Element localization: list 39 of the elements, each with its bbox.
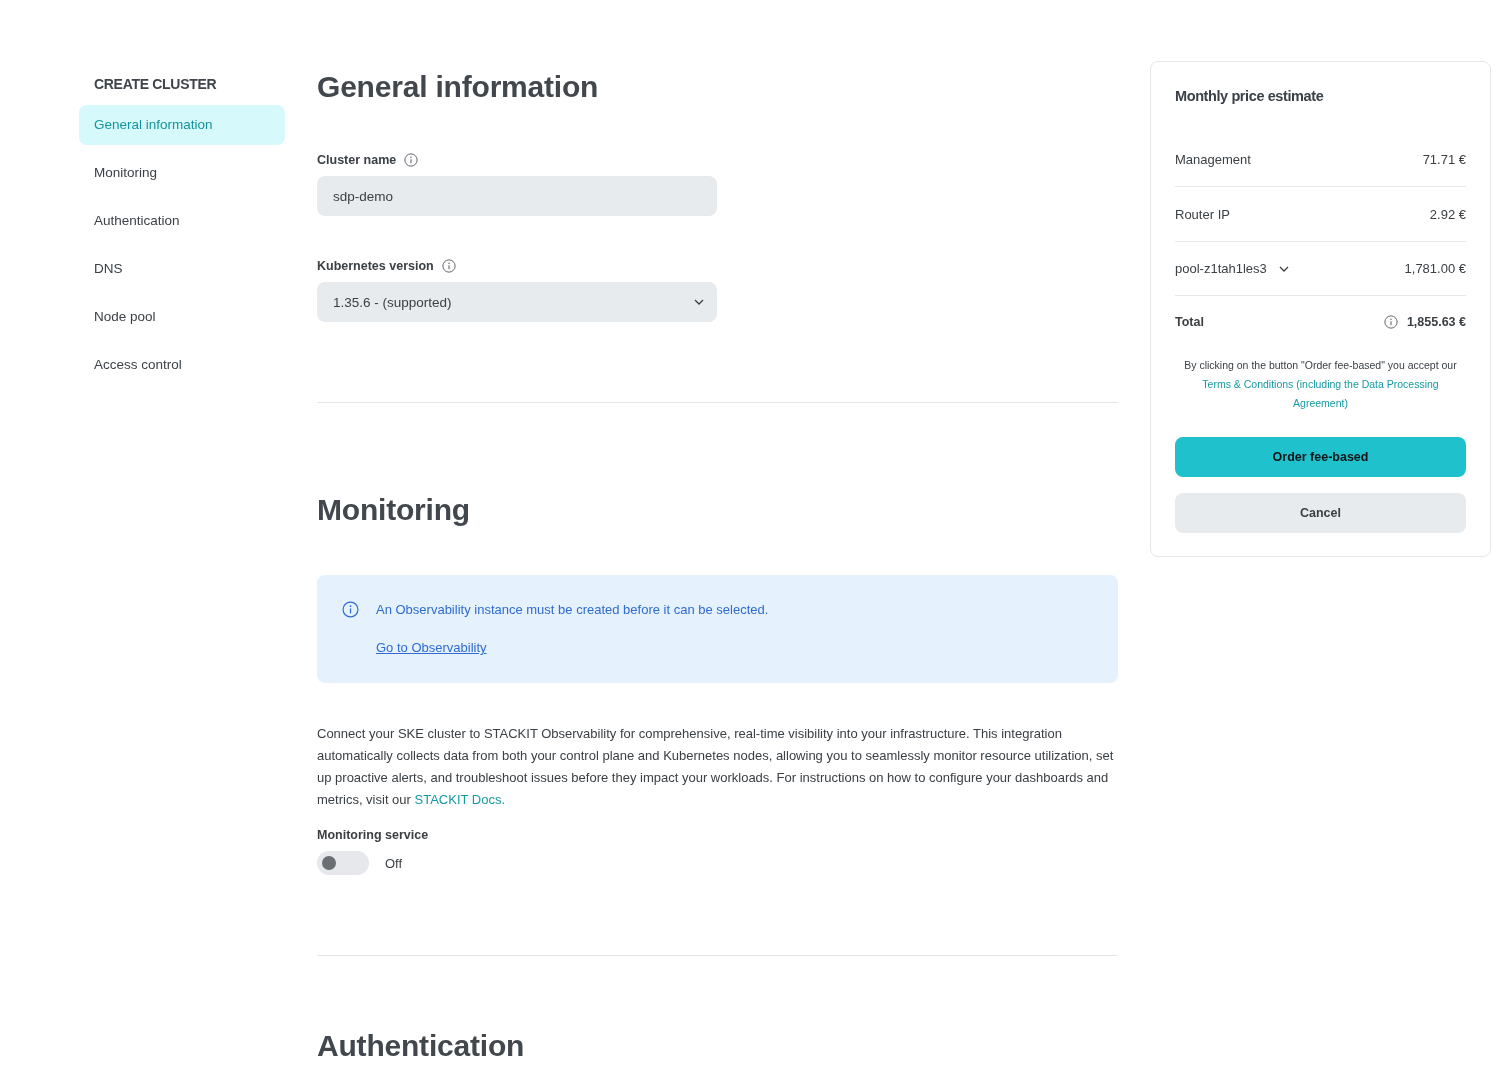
price-value: 71.71 € [1422, 151, 1466, 167]
sidebar-title: CREATE CLUSTER [93, 75, 218, 94]
toggle-label: Monitoring service [317, 827, 429, 844]
section-heading: Monitoring [317, 492, 471, 528]
price-label: Management [1175, 151, 1251, 167]
price-value: 2.92 € [1429, 206, 1466, 222]
notice-message: An Observability instance must be created before it can be selected. [376, 601, 769, 619]
sidebar-item[interactable]: Access control [79, 345, 285, 385]
version-select[interactable]: 1.35.6 - (supported) [317, 282, 717, 322]
card-title: Monthly price estimate [1175, 87, 1324, 106]
total-value: 1,855.63 € [1406, 315, 1466, 329]
docs-link[interactable]: STACKIT Docs. [414, 792, 506, 807]
toggle-state-text: Off [385, 855, 403, 871]
total-label: Total [1175, 315, 1204, 329]
section-heading: Authentication [317, 1028, 526, 1064]
section-heading: General information [317, 69, 600, 105]
terms-text: By clicking on the button "Order fee-based" you accept our [1184, 358, 1457, 373]
toggle-switch[interactable] [317, 851, 369, 875]
sidebar-item[interactable]: DNS [79, 249, 285, 289]
chevron-down-icon[interactable] [1278, 265, 1289, 272]
sidebar-item[interactable]: Authentication [79, 201, 285, 241]
terms-link[interactable]: Terms & Conditions (including the Data Processing Agreement) [1175, 375, 1466, 413]
info-icon [342, 601, 359, 618]
observability-link[interactable]: Go to Observability [376, 638, 487, 658]
info-icon [1383, 315, 1398, 329]
order-button[interactable]: Order fee-based [1175, 437, 1466, 477]
price-label: Router IP [1175, 206, 1230, 222]
cancel-button[interactable]: Cancel [1175, 493, 1466, 533]
info-icon [441, 259, 456, 273]
info-icon [404, 153, 419, 167]
description-text: Connect your SKE cluster to STACKIT Observability for comprehensive, real-time visibility into your infrastructure. This integration automatically collects data from both your control plane and Kubernetes nodes, allowing you to seamlessly monitor resource utilization, set up proactive alerts, and troubleshoot issues before they impact your workloads. For instructions on how to configure your dashboards and metrics, visit our STACKIT Docs. [317, 725, 1115, 809]
field-label: Cluster name [317, 153, 397, 167]
sidebar-item[interactable]: Node pool [79, 297, 285, 337]
sidebar-item[interactable]: Monitoring [79, 153, 285, 193]
field-label: Kubernetes version [317, 259, 434, 273]
price-label: pool-z1tah1les3 [1175, 261, 1267, 276]
price-value: 1,781.00 € [1404, 261, 1466, 276]
chevron-down-icon [694, 299, 704, 305]
cluster-name-field[interactable]: sdp-demo [317, 176, 717, 216]
